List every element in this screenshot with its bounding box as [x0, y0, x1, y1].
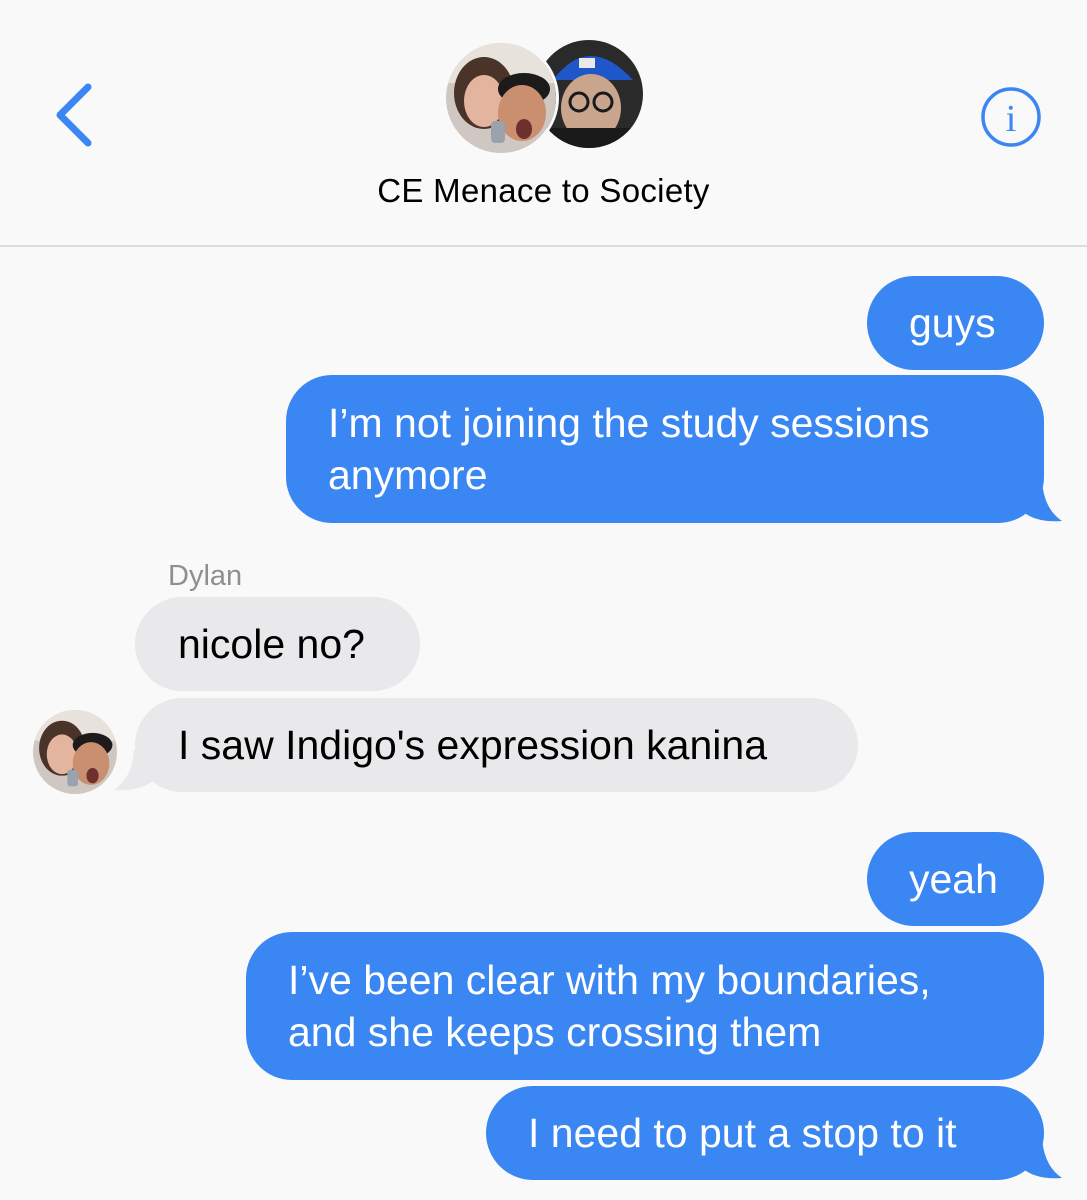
- info-button[interactable]: i: [980, 86, 1042, 148]
- bubble-tail: [1022, 1138, 1062, 1179]
- svg-text:i: i: [1006, 98, 1017, 140]
- group-avatar-stack[interactable]: [443, 40, 648, 156]
- chevron-left-icon: [56, 83, 92, 147]
- message-text: nicole no?: [178, 621, 365, 667]
- incoming-message[interactable]: I saw Indigo's expression kanina: [135, 698, 858, 792]
- message-text: I saw Indigo's expression kanina: [178, 722, 767, 768]
- conversation-header: i CE Menace to Society: [0, 0, 1087, 247]
- bubble-tail: [114, 750, 154, 791]
- message-text: yeah: [909, 856, 998, 902]
- message-text: guys: [909, 300, 996, 346]
- message-text: I need to put a stop to it: [528, 1110, 957, 1156]
- outgoing-message[interactable]: yeah: [867, 832, 1044, 926]
- sender-avatar[interactable]: [33, 710, 117, 794]
- back-button[interactable]: [40, 75, 110, 155]
- incoming-message[interactable]: nicole no?: [135, 597, 420, 691]
- info-icon: i: [981, 87, 1041, 147]
- outgoing-message[interactable]: I’ve been clear with my boundaries, and …: [246, 932, 1044, 1080]
- group-avatar-1: [443, 40, 559, 156]
- conversation-title[interactable]: CE Menace to Society: [0, 172, 1087, 210]
- outgoing-message[interactable]: I need to put a stop to it: [486, 1086, 1044, 1180]
- message-text-line: anymore: [328, 452, 488, 498]
- outgoing-message[interactable]: I’m not joining the study sessions anymo…: [286, 375, 1044, 523]
- message-text-line: I’ve been clear with my boundaries,: [288, 957, 931, 1003]
- bubble-tail: [1022, 481, 1062, 522]
- outgoing-message[interactable]: guys: [867, 276, 1044, 370]
- message-text-line: and she keeps crossing them: [288, 1009, 822, 1055]
- sender-name: Dylan: [168, 560, 243, 592]
- message-text-line: I’m not joining the study sessions: [328, 400, 930, 446]
